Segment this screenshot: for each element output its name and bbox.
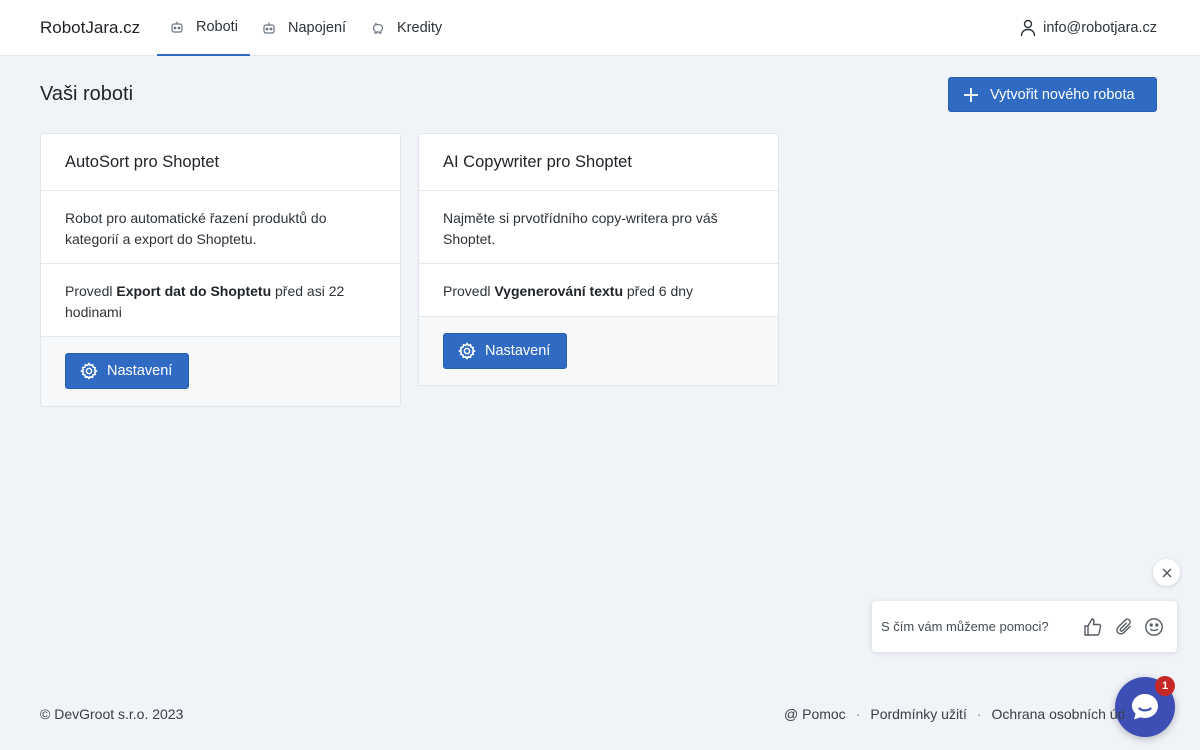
- gear-icon: [80, 362, 98, 380]
- robot-card-footer: Nastavení: [419, 317, 778, 385]
- activity-action: Export dat do Shoptetu: [116, 283, 272, 299]
- piggy-bank-icon: [371, 21, 385, 35]
- activity-action: Vygenerování textu: [494, 283, 623, 299]
- user-icon: [1020, 19, 1036, 37]
- create-robot-button[interactable]: Vytvořit nového robota: [948, 77, 1157, 112]
- nav-tab-kredity[interactable]: Kredity: [371, 0, 442, 56]
- close-icon: [1161, 567, 1172, 578]
- create-robot-label: Vytvořit nového robota: [990, 86, 1135, 103]
- robot-icon: [170, 20, 184, 34]
- robot-icon: [262, 21, 276, 35]
- paperclip-icon[interactable]: [1115, 617, 1135, 637]
- top-navbar: RobotJara.cz Roboti Napojení Kredity inf…: [0, 0, 1200, 56]
- brand-logo[interactable]: RobotJara.cz: [40, 18, 140, 38]
- nav-tab-label: Napojení: [288, 20, 347, 36]
- robot-card-autosort: AutoSort pro Shoptet Robot pro automatic…: [40, 133, 401, 407]
- robot-card-description: Robot pro automatické řazení produktů do…: [41, 191, 400, 264]
- nav-tab-label: Roboti: [196, 19, 238, 35]
- robot-card-footer: Nastavení: [41, 337, 400, 406]
- footer-separator: ·: [855, 706, 861, 722]
- footer-links: @ Pomoc · Pordmínky užití · Ochrana osobních…: [784, 706, 1124, 722]
- footer-link-help[interactable]: @ Pomoc: [784, 706, 846, 722]
- settings-button[interactable]: Nastavení: [65, 353, 189, 389]
- robot-card-activity: Provedl Vygenerování textu před 6 dny: [419, 264, 778, 317]
- thumbs-up-icon[interactable]: [1083, 617, 1103, 637]
- footer-link-terms[interactable]: Pordmínky užití: [870, 706, 966, 722]
- settings-button[interactable]: Nastavení: [443, 333, 567, 369]
- plus-icon: [963, 87, 979, 103]
- settings-label: Nastavení: [107, 363, 173, 379]
- activity-prefix: Provedl: [65, 283, 117, 299]
- chat-unread-badge: 1: [1155, 676, 1175, 696]
- emoji-icon[interactable]: [1144, 617, 1164, 637]
- activity-prefix: Provedl: [443, 283, 495, 299]
- robot-card-description: Najměte si prvotřídního copy-writera pro…: [419, 191, 778, 264]
- robot-card-activity: Provedl Export dat do Shoptetu před asi …: [41, 264, 400, 337]
- user-email: info@robotjara.cz: [1043, 20, 1157, 36]
- chat-close-button[interactable]: [1153, 559, 1180, 586]
- gear-icon: [458, 342, 476, 360]
- robot-card-title: AI Copywriter pro Shoptet: [419, 134, 778, 191]
- footer-link-privacy[interactable]: Ochrana osobních údajů: [992, 706, 1124, 722]
- page-title: Vaši roboti: [40, 83, 134, 105]
- chat-bubble-icon: [1129, 691, 1161, 723]
- nav-tab-roboti[interactable]: Roboti: [157, 0, 250, 56]
- nav-tab-label: Kredity: [397, 20, 443, 36]
- footer-separator: ·: [976, 706, 982, 722]
- chat-message-box: S čím vám můžeme pomoci?: [872, 601, 1177, 652]
- footer-copyright: © DevGroot s.r.o. 2023: [40, 706, 184, 722]
- robot-card-ai-copywriter: AI Copywriter pro Shoptet Najměte si prv…: [418, 133, 779, 386]
- user-menu[interactable]: info@robotjara.cz: [1020, 0, 1157, 56]
- robot-card-title: AutoSort pro Shoptet: [41, 134, 400, 191]
- chat-input[interactable]: S čím vám můžeme pomoci?: [881, 619, 1049, 634]
- nav-tab-napojeni[interactable]: Napojení: [262, 0, 346, 56]
- settings-label: Nastavení: [485, 343, 551, 359]
- activity-suffix: před 6 dny: [623, 283, 694, 299]
